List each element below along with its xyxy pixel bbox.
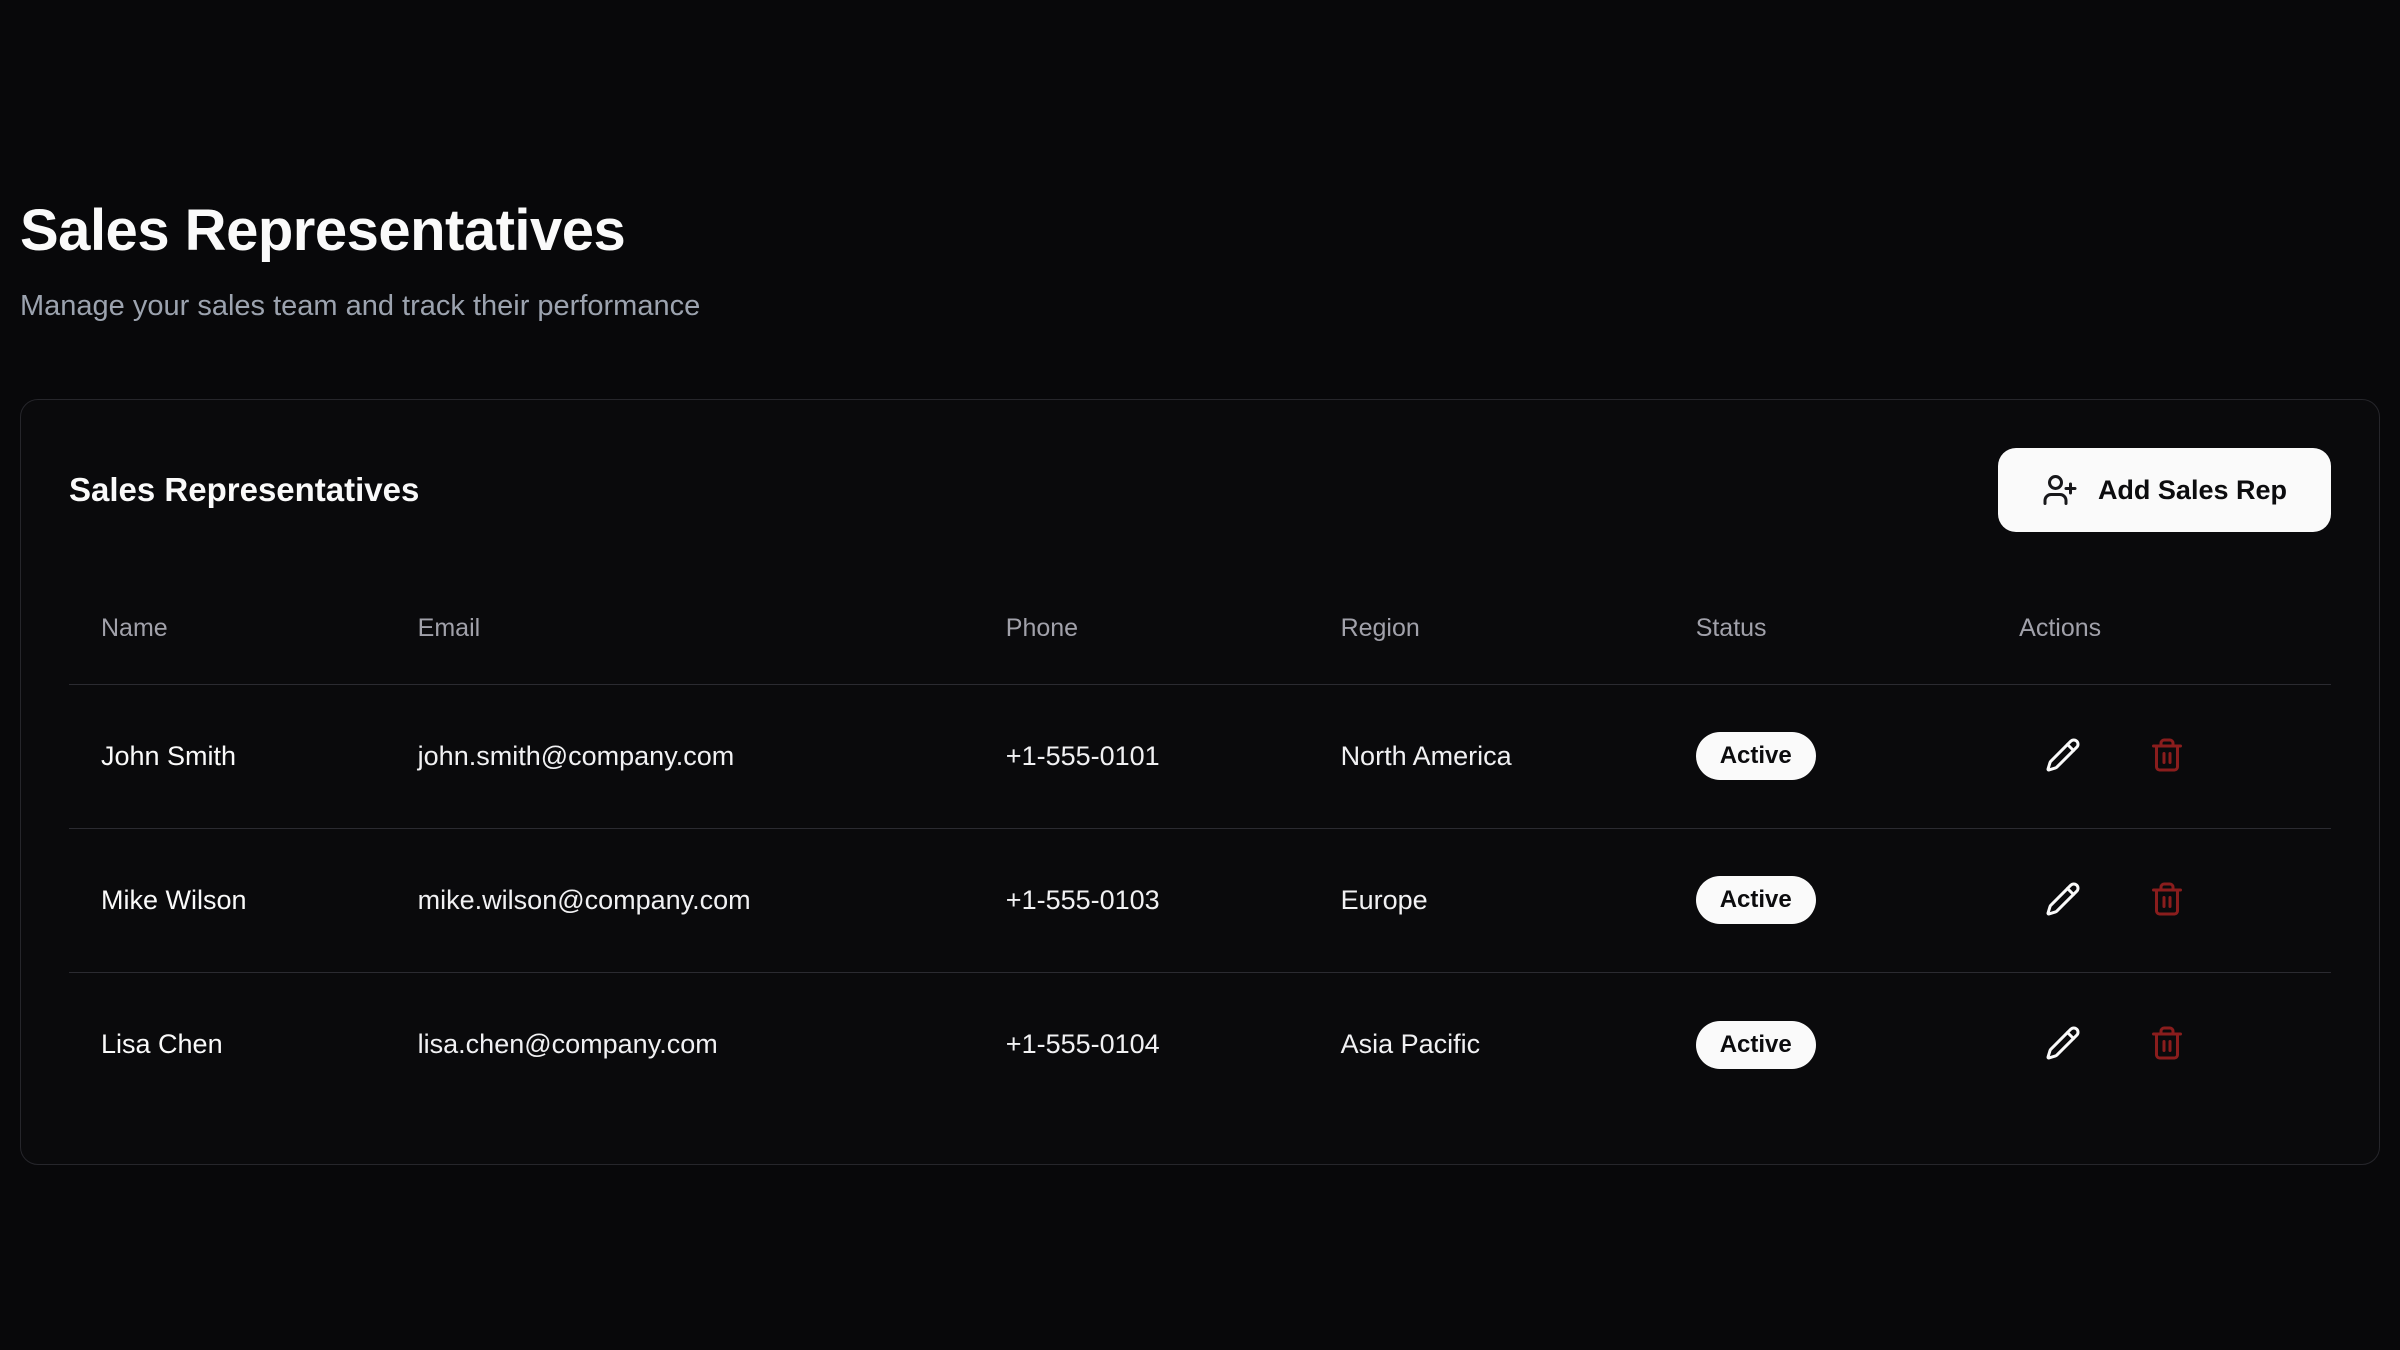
rep-email: lisa.chen@company.com: [386, 972, 974, 1116]
sales-reps-table: Name Email Phone Region Status Actions J…: [69, 572, 2331, 1116]
column-header-name: Name: [69, 572, 386, 684]
column-header-actions: Actions: [1987, 572, 2331, 684]
edit-button[interactable]: [2043, 736, 2083, 776]
add-sales-rep-label: Add Sales Rep: [2098, 475, 2287, 506]
rep-region: North America: [1309, 684, 1664, 828]
card-title: Sales Representatives: [69, 471, 419, 509]
trash-icon: [2149, 1025, 2185, 1064]
column-header-email: Email: [386, 572, 974, 684]
edit-button[interactable]: [2043, 1025, 2083, 1065]
column-header-region: Region: [1309, 572, 1664, 684]
rep-actions-cell: [1987, 828, 2331, 972]
user-plus-icon: [2042, 472, 2078, 508]
table-header-row: Name Email Phone Region Status Actions: [69, 572, 2331, 684]
column-header-phone: Phone: [974, 572, 1309, 684]
rep-region: Europe: [1309, 828, 1664, 972]
pencil-icon: [2045, 881, 2081, 920]
rep-status-cell: Active: [1664, 684, 1987, 828]
rep-phone: +1-555-0101: [974, 684, 1309, 828]
table-row: Mike Wilson mike.wilson@company.com +1-5…: [69, 828, 2331, 972]
card-header: Sales Representatives Add Sales Rep: [69, 448, 2331, 532]
rep-email: john.smith@company.com: [386, 684, 974, 828]
status-badge: Active: [1696, 1021, 1816, 1069]
rep-status-cell: Active: [1664, 828, 1987, 972]
row-actions: [2019, 880, 2299, 920]
edit-button[interactable]: [2043, 880, 2083, 920]
rep-name: Lisa Chen: [69, 972, 386, 1116]
trash-icon: [2149, 881, 2185, 920]
rep-phone: +1-555-0103: [974, 828, 1309, 972]
rep-actions-cell: [1987, 684, 2331, 828]
page-title: Sales Representatives: [20, 198, 2380, 265]
table-row: Lisa Chen lisa.chen@company.com +1-555-0…: [69, 972, 2331, 1116]
pencil-icon: [2045, 737, 2081, 776]
delete-button[interactable]: [2147, 880, 2187, 920]
row-actions: [2019, 1025, 2299, 1065]
rep-phone: +1-555-0104: [974, 972, 1309, 1116]
rep-email: mike.wilson@company.com: [386, 828, 974, 972]
delete-button[interactable]: [2147, 736, 2187, 776]
rep-status-cell: Active: [1664, 972, 1987, 1116]
rep-actions-cell: [1987, 972, 2331, 1116]
trash-icon: [2149, 737, 2185, 776]
column-header-status: Status: [1664, 572, 1987, 684]
row-actions: [2019, 736, 2299, 776]
rep-name: Mike Wilson: [69, 828, 386, 972]
pencil-icon: [2045, 1025, 2081, 1064]
add-sales-rep-button[interactable]: Add Sales Rep: [1998, 448, 2331, 532]
rep-name: John Smith: [69, 684, 386, 828]
sales-reps-page: Sales Representatives Manage your sales …: [0, 0, 2400, 1165]
rep-region: Asia Pacific: [1309, 972, 1664, 1116]
delete-button[interactable]: [2147, 1025, 2187, 1065]
sales-reps-card: Sales Representatives Add Sales Rep: [20, 399, 2380, 1165]
table-row: John Smith john.smith@company.com +1-555…: [69, 684, 2331, 828]
status-badge: Active: [1696, 876, 1816, 924]
status-badge: Active: [1696, 732, 1816, 780]
page-subtitle: Manage your sales team and track their p…: [20, 289, 2380, 324]
